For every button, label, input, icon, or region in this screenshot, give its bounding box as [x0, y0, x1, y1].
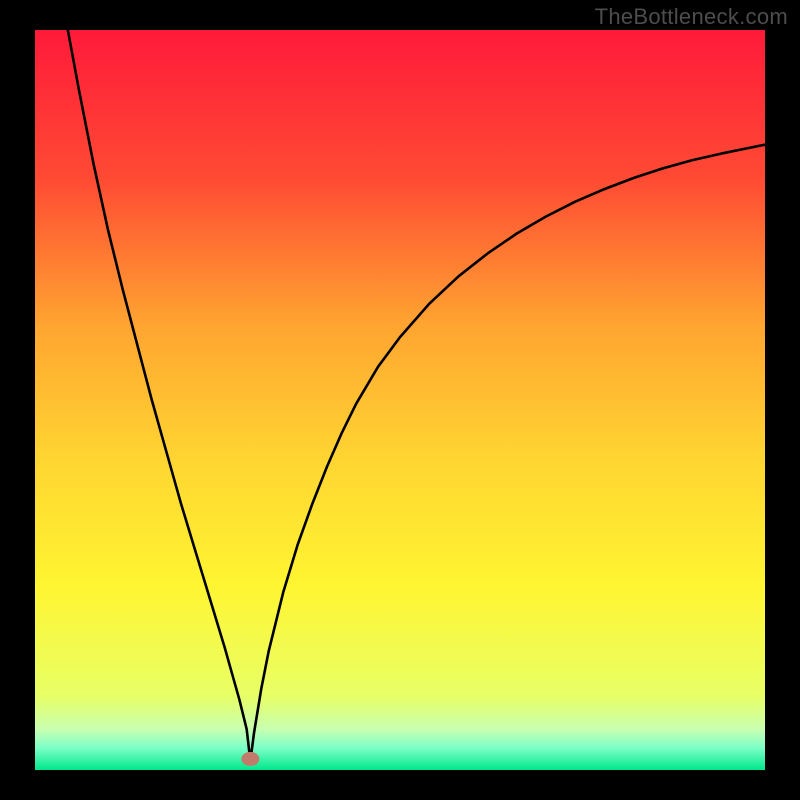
plot-background — [35, 30, 765, 770]
bottleneck-chart — [0, 0, 800, 800]
chart-container: TheBottleneck.com — [0, 0, 800, 800]
watermark-text: TheBottleneck.com — [595, 4, 788, 30]
minimum-marker — [241, 752, 259, 766]
